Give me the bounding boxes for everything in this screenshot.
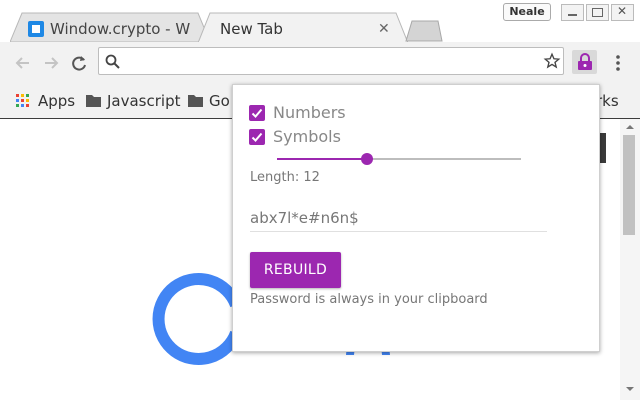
back-icon[interactable] [12,52,34,74]
maximize-icon [592,8,603,17]
slider-fill [277,158,368,160]
scrollbar[interactable] [620,119,640,400]
title-bar: Window.crypto - W New Tab ✕ Neale ✕ [0,0,640,43]
tab-title: Window.crypto - W [50,20,191,38]
check-icon [251,108,263,118]
length-label: Length: 12 [250,170,320,185]
window-close-button[interactable]: ✕ [611,4,634,21]
bookmark-label: Apps [38,92,76,110]
password-extension-button[interactable] [572,50,597,74]
tab-title: New Tab [220,20,283,38]
clipboard-note: Password is always in your clipboard [250,292,488,307]
scroll-down-icon[interactable] [620,383,640,395]
password-generator-popup: Numbers Symbols Length: 12 abx7l*e#n6n$ … [232,84,600,352]
reload-icon[interactable] [68,52,90,74]
bookmark-label: Javascript [107,92,181,110]
symbols-checkbox[interactable] [249,129,265,145]
search-icon [105,54,120,69]
length-slider[interactable] [277,153,521,165]
minimize-icon [568,14,577,16]
check-icon [251,132,263,142]
maximize-button[interactable] [586,4,609,21]
numbers-checkbox[interactable] [249,105,265,121]
minimize-button[interactable] [561,4,584,21]
rebuild-button[interactable]: REBUILD [250,252,341,288]
scroll-up-icon[interactable] [620,121,640,133]
scrollbar-thumb[interactable] [623,135,635,235]
folder-icon [188,95,203,107]
menu-dots-icon[interactable] [612,52,624,74]
address-input[interactable] [127,51,531,73]
profile-badge[interactable]: Neale [503,3,551,21]
close-icon: ✕ [617,4,628,18]
lock-icon [578,53,592,70]
slider-thumb[interactable] [361,153,374,165]
toolbar [0,42,640,86]
password-field[interactable]: abx7l*e#n6n$ [250,209,547,232]
mdn-favicon-icon [28,21,44,37]
star-icon[interactable] [543,52,561,70]
close-icon[interactable]: ✕ [378,21,390,37]
symbols-label: Symbols [273,127,341,146]
bookmark-label: Go [209,92,230,110]
tab-window-crypto[interactable]: Window.crypto - W [10,12,210,42]
forward-icon[interactable] [40,52,62,74]
address-bar[interactable] [98,47,564,75]
folder-icon [86,95,101,107]
new-tab-button[interactable] [404,20,444,42]
apps-grid-icon [16,94,29,107]
tab-new-tab[interactable]: New Tab ✕ [198,12,408,43]
numbers-label: Numbers [273,103,346,122]
